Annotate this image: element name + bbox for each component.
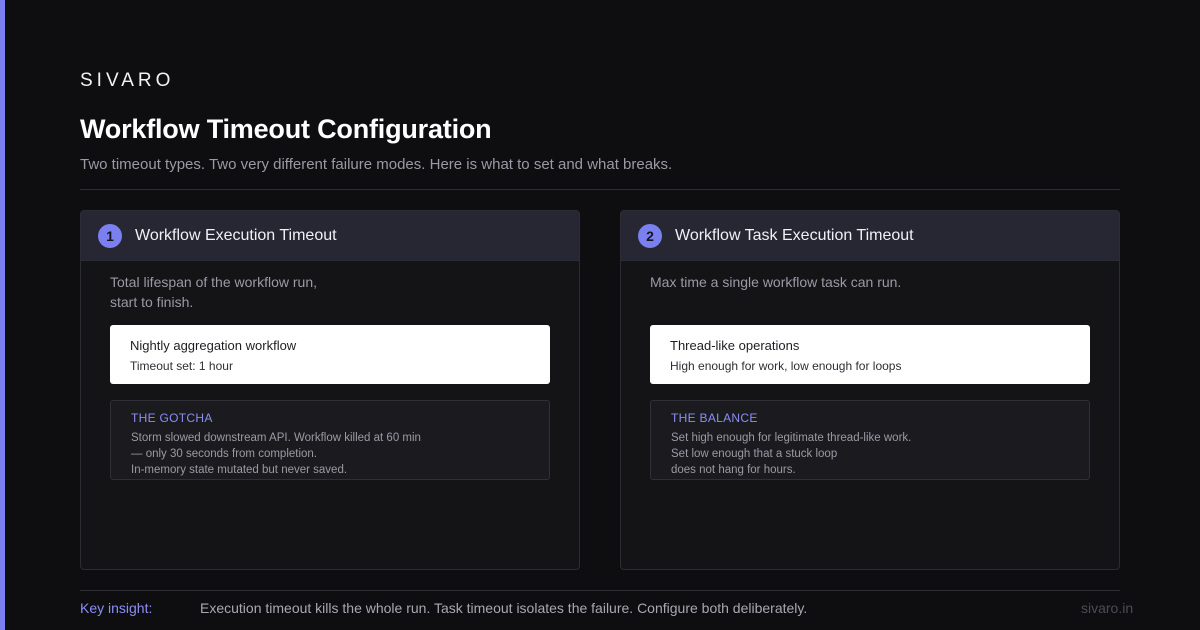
example-box: Nightly aggregation workflow Timeout set…: [110, 325, 550, 384]
card-description-line: Max time a single workflow task can run.: [650, 274, 902, 290]
example-box: Thread-like operations High enough for w…: [650, 325, 1090, 384]
card-header: 1 Workflow Execution Timeout: [81, 211, 579, 261]
key-insight-text: Execution timeout kills the whole run. T…: [200, 600, 808, 616]
card-workflow-execution-timeout: 1 Workflow Execution Timeout Total lifes…: [80, 210, 580, 570]
example-detail: Timeout set: 1 hour: [130, 359, 233, 373]
key-insight-label: Key insight:: [80, 600, 153, 616]
example-title: Nightly aggregation workflow: [130, 338, 297, 353]
page-subtitle: Two timeout types. Two very different fa…: [80, 156, 673, 173]
note-label: THE GOTCHA: [131, 411, 213, 425]
card-title: Workflow Task Execution Timeout: [675, 226, 914, 244]
note-line: Set high enough for legitimate thread-li…: [671, 432, 912, 444]
footer-divider: [80, 590, 1120, 591]
note-line: Storm slowed downstream API. Workflow ki…: [131, 432, 421, 444]
footer-url: sivaro.in: [1081, 600, 1134, 616]
card-description: Total lifespan of the workflow run, star…: [110, 272, 410, 312]
header-divider: [80, 189, 1120, 190]
card-description-line: start to finish.: [110, 294, 194, 310]
card-workflow-task-execution-timeout: 2 Workflow Task Execution Timeout Max ti…: [620, 210, 1120, 570]
accent-bar: [0, 0, 5, 630]
example-title: Thread-like operations: [670, 338, 800, 353]
card-description-line: Total lifespan of the workflow run,: [110, 274, 317, 290]
note-line: does not hang for hours.: [671, 464, 796, 476]
card-description: Max time a single workflow task can run.: [650, 272, 950, 292]
step-number-badge: 2: [638, 223, 662, 248]
gotcha-note: THE GOTCHA Storm slowed downstream API. …: [110, 400, 550, 480]
brand-logo: SIVARO: [80, 70, 175, 91]
example-detail: High enough for work, low enough for loo…: [670, 359, 902, 373]
note-label: THE BALANCE: [671, 411, 758, 425]
balance-note: THE BALANCE Set high enough for legitima…: [650, 400, 1090, 480]
note-line: — only 30 seconds from completion.: [131, 448, 318, 460]
card-header: 2 Workflow Task Execution Timeout: [621, 211, 1119, 261]
card-title: Workflow Execution Timeout: [135, 226, 337, 244]
note-line: In-memory state mutated but never saved.: [131, 464, 348, 476]
note-line: Set low enough that a stuck loop: [671, 448, 838, 460]
step-number-badge: 1: [98, 223, 122, 248]
page-title: Workflow Timeout Configuration: [80, 114, 492, 144]
